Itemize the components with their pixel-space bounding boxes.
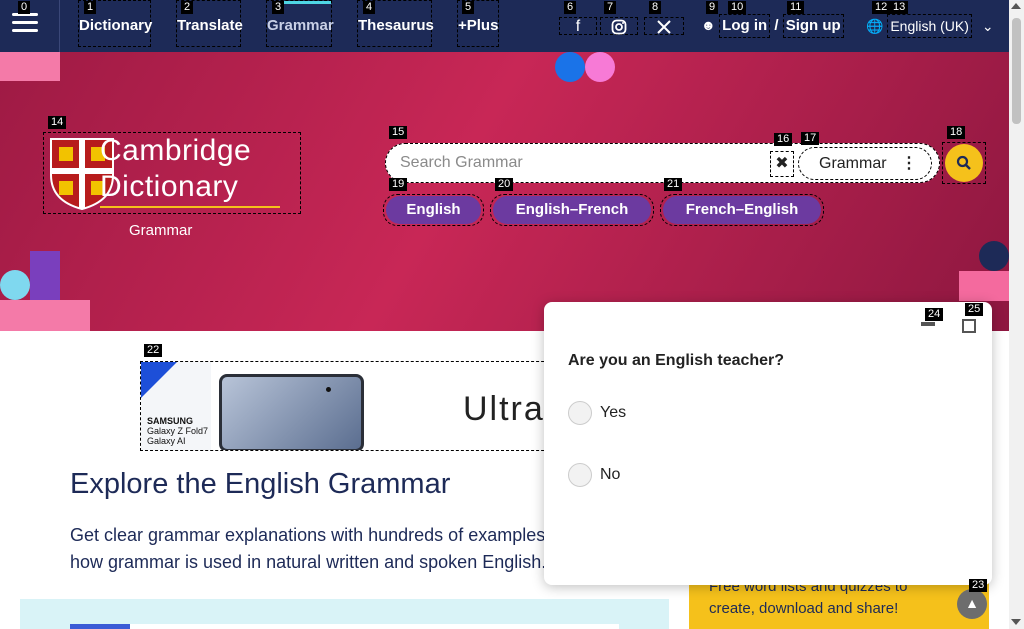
- decor-shape: [0, 270, 30, 300]
- instagram-icon[interactable]: [600, 17, 638, 35]
- element-tag: 3: [272, 1, 285, 14]
- top-navigation: 0 Dictionary 1 Translate 2 Grammar 3 The…: [0, 0, 1009, 52]
- login-area: ☻ Log in / Sign up: [701, 14, 844, 38]
- dictionary-pill-french-english[interactable]: French–English: [663, 196, 821, 224]
- element-tag: 8: [649, 1, 662, 14]
- element-tag: 18: [947, 126, 966, 139]
- element-tag: 5: [462, 1, 475, 14]
- back-to-top-button[interactable]: ▲: [957, 589, 987, 619]
- element-tag: 4: [363, 1, 376, 14]
- menu-icon[interactable]: [12, 13, 38, 35]
- more-options-icon: ⋮: [901, 155, 917, 172]
- decor-shape: [979, 241, 1009, 271]
- ad-corner-shape: [141, 362, 177, 398]
- ad-brand-line: SAMSUNG: [147, 416, 194, 426]
- element-tag: 25: [965, 303, 984, 316]
- element-tag: 7: [604, 1, 617, 14]
- survey-option-no-radio[interactable]: [568, 463, 592, 487]
- nav-link-label: +Plus: [458, 17, 499, 34]
- nav-link-label: Translate: [177, 17, 243, 34]
- element-tag: 15: [389, 126, 408, 139]
- decor-shape: [0, 300, 90, 331]
- login-separator: /: [774, 17, 779, 34]
- survey-option-yes-radio[interactable]: [568, 401, 592, 425]
- scroll-up-arrow-icon[interactable]: [1011, 3, 1021, 9]
- nav-link-label: Dictionary: [79, 17, 153, 34]
- decor-shape: [30, 251, 60, 300]
- page-heading: Explore the English Grammar: [70, 468, 451, 500]
- signup-link[interactable]: Sign up: [782, 14, 844, 38]
- chevron-down-icon: ⌄: [981, 18, 994, 34]
- element-tag: 0: [18, 1, 31, 14]
- dictionary-pill-english[interactable]: English: [386, 196, 481, 224]
- nav-link-label: Thesaurus: [358, 17, 434, 34]
- element-tag: 17: [801, 132, 820, 145]
- dictionary-selector-label: Grammar: [819, 155, 887, 172]
- survey-option-no-label[interactable]: No: [600, 466, 620, 484]
- ad-camera-dot: [326, 387, 331, 392]
- logo-line: Cambridge: [100, 134, 252, 167]
- minimize-icon[interactable]: [921, 322, 935, 326]
- element-tag: 19: [389, 178, 408, 191]
- element-tag: 21: [664, 178, 683, 191]
- scrollbar-thumb[interactable]: [1012, 18, 1021, 124]
- search-input[interactable]: [400, 151, 760, 175]
- ad-brand-text: SAMSUNG Galaxy Z Fold7 Galaxy AI: [147, 416, 208, 446]
- dictionary-selector[interactable]: Grammar ⋮: [798, 147, 932, 180]
- facebook-icon[interactable]: f: [559, 17, 597, 35]
- dictionary-pill-english-french[interactable]: English–French: [493, 196, 651, 224]
- logo-line: Dictionary: [100, 170, 239, 203]
- user-icon: ☻: [701, 17, 716, 33]
- decor-shape: [555, 52, 585, 82]
- element-tag: 16: [774, 133, 793, 146]
- element-tag: 12: [872, 1, 891, 14]
- decor-shape: [585, 52, 615, 82]
- nav-divider: [59, 0, 60, 52]
- clear-search-button[interactable]: ✖: [770, 151, 794, 177]
- chevron-up-icon: ▲: [965, 595, 979, 611]
- element-tag: 11: [787, 1, 805, 14]
- element-tag: 22: [144, 344, 163, 357]
- element-tag: 2: [181, 1, 194, 14]
- element-tag: 13: [890, 1, 909, 14]
- close-icon: ✖: [775, 155, 789, 172]
- x-twitter-icon[interactable]: [644, 17, 684, 35]
- decor-shape: [0, 52, 60, 81]
- survey-question: Are you an English teacher?: [568, 352, 785, 369]
- ad-product-image: [219, 374, 364, 450]
- language-selector[interactable]: 🌐 English (UK) ⌄: [866, 14, 994, 38]
- element-tag: 14: [48, 116, 67, 129]
- logo-wordmark: Cambridge Dictionary: [100, 133, 251, 205]
- nav-link-label: Grammar: [267, 17, 334, 34]
- element-tag: 6: [564, 1, 577, 14]
- element-tag: 1: [84, 1, 97, 14]
- element-tag: 10: [728, 1, 747, 14]
- element-tag: 20: [495, 178, 514, 191]
- decor-shape: [959, 271, 1009, 301]
- ad-brand-line: Galaxy Z Fold7: [147, 426, 209, 436]
- login-link[interactable]: Log in: [719, 14, 771, 38]
- search-icon: [956, 155, 971, 170]
- content-card-edge: [70, 624, 619, 629]
- content-card-accent: [70, 624, 130, 629]
- element-tag: 9: [706, 1, 719, 14]
- element-tag: 23: [969, 579, 988, 592]
- language-label: English (UK): [887, 14, 972, 38]
- scroll-down-arrow-icon[interactable]: [1011, 619, 1021, 625]
- globe-icon: 🌐: [866, 18, 884, 34]
- search-button[interactable]: [945, 144, 983, 182]
- expand-icon[interactable]: [962, 319, 976, 333]
- survey-option-yes-label[interactable]: Yes: [600, 404, 626, 422]
- ad-brand-line: Galaxy AI: [147, 436, 186, 446]
- ad-brand-panel: SAMSUNG Galaxy Z Fold7 Galaxy AI: [141, 362, 211, 450]
- element-tag: 24: [925, 308, 944, 321]
- survey-popup: Are you an English teacher? Yes No: [544, 302, 992, 585]
- logo-subtitle: Grammar: [129, 222, 193, 239]
- ad-title: Ultra: [463, 390, 545, 428]
- logo-underline: [100, 206, 280, 208]
